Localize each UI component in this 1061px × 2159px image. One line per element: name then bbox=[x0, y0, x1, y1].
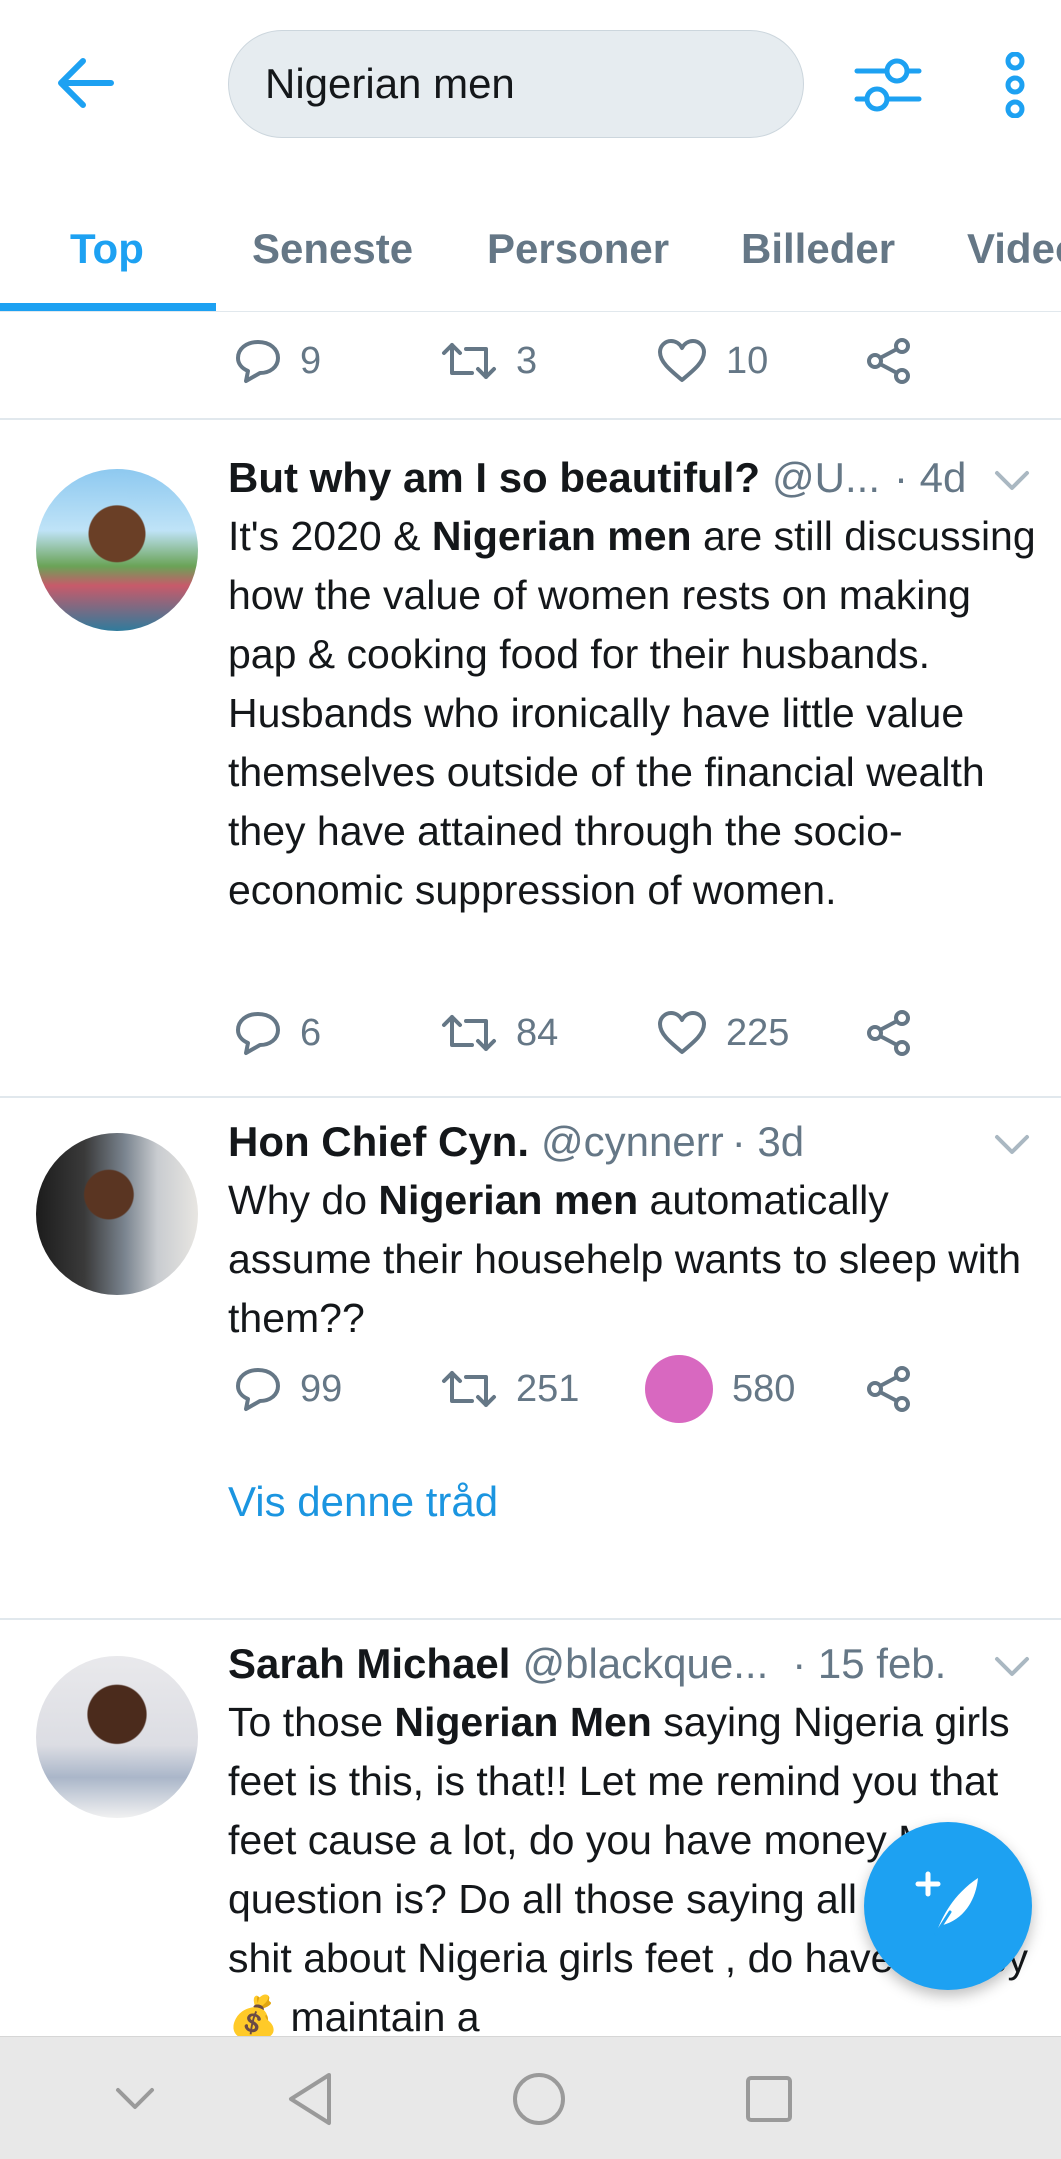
retweet-button[interactable]: 84 bbox=[440, 1003, 558, 1063]
compose-icon bbox=[915, 1871, 978, 1936]
more-options-button[interactable] bbox=[990, 50, 1040, 120]
display-name[interactable]: Hon Chief Cyn. bbox=[228, 1118, 529, 1166]
search-term-highlight: Nigerian men bbox=[378, 1177, 639, 1223]
like-count: 580 bbox=[732, 1367, 796, 1410]
share-icon bbox=[867, 1366, 910, 1412]
share-button[interactable] bbox=[864, 1003, 914, 1063]
nav-home-button[interactable] bbox=[494, 2057, 584, 2141]
reply-count: 9 bbox=[300, 339, 322, 382]
tweet-text: It's 2020 & Nigerian men are still discu… bbox=[228, 507, 1038, 920]
partial-tweet-actions: 9 3 10 bbox=[228, 331, 928, 391]
system-navigation-bar bbox=[0, 2036, 1061, 2159]
share-button[interactable] bbox=[864, 1359, 914, 1419]
retweet-button[interactable]: 251 bbox=[440, 1359, 579, 1419]
share-button[interactable] bbox=[864, 331, 914, 391]
tweet-header: Sarah Michael @blackque... · 15 feb. bbox=[228, 1634, 1041, 1694]
nav-recents-button[interactable] bbox=[724, 2057, 814, 2141]
nav-back-icon bbox=[289, 2073, 331, 2125]
avatar[interactable] bbox=[36, 469, 198, 631]
tweet-time: · 3d bbox=[731, 1118, 805, 1165]
retweet-icon bbox=[442, 343, 496, 379]
reply-icon bbox=[236, 340, 280, 383]
nav-back-button[interactable] bbox=[265, 2057, 355, 2141]
back-arrow-icon bbox=[58, 58, 114, 108]
user-handle[interactable]: @U... bbox=[772, 454, 880, 502]
user-handle[interactable]: @cynnerr bbox=[541, 1118, 724, 1166]
retweet-count: 3 bbox=[516, 339, 538, 382]
tab-photos[interactable]: Billeder bbox=[741, 186, 895, 311]
tweet-card[interactable]: But why am I so beautiful? @U... · 4d It… bbox=[0, 420, 1061, 1086]
tweet-header: Hon Chief Cyn. @cynnerr · 3d bbox=[228, 1112, 1041, 1172]
tab-videos[interactable]: Videoer bbox=[967, 186, 1061, 311]
compose-tweet-button[interactable] bbox=[864, 1822, 1032, 1990]
tweet-actions: 99 251 580 bbox=[228, 1355, 928, 1423]
search-box[interactable] bbox=[228, 30, 804, 138]
search-tabs: Top Seneste Personer Billeder Videoer bbox=[0, 186, 1061, 312]
tweet-menu-button[interactable] bbox=[987, 1642, 1037, 1692]
like-count: 225 bbox=[726, 1011, 790, 1054]
tweet-text-part: To those bbox=[228, 1699, 395, 1745]
caret-down-icon bbox=[995, 471, 1029, 490]
tweet-header: But why am I so beautiful? @U... · 4d bbox=[228, 448, 1041, 508]
display-name[interactable]: Sarah Michael bbox=[228, 1640, 510, 1688]
retweet-count: 84 bbox=[516, 1011, 559, 1054]
filter-button[interactable] bbox=[848, 50, 928, 120]
search-input[interactable] bbox=[265, 31, 765, 137]
reply-count: 99 bbox=[300, 1367, 343, 1410]
nav-hide-keyboard-button[interactable] bbox=[90, 2057, 180, 2141]
tweet-menu-button[interactable] bbox=[987, 456, 1037, 506]
reply-icon bbox=[236, 1012, 280, 1055]
tweet-menu-button[interactable] bbox=[987, 1120, 1037, 1170]
tweet-text-part: It's 2020 & bbox=[228, 513, 432, 559]
tweet-text: Why do Nigerian men automatically assume… bbox=[228, 1171, 1038, 1348]
reply-button[interactable]: 99 bbox=[234, 1359, 342, 1419]
retweet-icon bbox=[442, 1371, 496, 1407]
user-handle[interactable]: @blackque... bbox=[522, 1640, 768, 1688]
tweet-time: · 4d bbox=[894, 454, 967, 501]
retweet-icon bbox=[442, 1015, 496, 1051]
more-vertical-icon bbox=[1005, 52, 1025, 118]
like-button[interactable]: 10 bbox=[656, 331, 768, 391]
like-badge-icon bbox=[645, 1355, 713, 1423]
retweet-button[interactable]: 3 bbox=[440, 331, 537, 391]
nav-recents-icon bbox=[746, 2076, 792, 2122]
share-icon bbox=[867, 1010, 910, 1056]
tab-people[interactable]: Personer bbox=[487, 186, 669, 311]
tweet-text-part: Why do bbox=[228, 1177, 379, 1223]
caret-down-icon bbox=[995, 1135, 1029, 1154]
avatar[interactable] bbox=[36, 1133, 198, 1295]
active-tab-indicator bbox=[0, 303, 216, 311]
reply-button[interactable]: 9 bbox=[234, 331, 321, 391]
retweet-count: 251 bbox=[516, 1367, 580, 1410]
caret-down-icon bbox=[995, 1657, 1029, 1676]
nav-home-icon bbox=[513, 2073, 565, 2125]
like-icon bbox=[658, 1011, 706, 1054]
like-icon bbox=[658, 339, 706, 382]
filter-icon bbox=[854, 58, 922, 112]
like-count: 10 bbox=[726, 339, 769, 382]
display-name[interactable]: But why am I so beautiful? bbox=[228, 454, 760, 502]
top-bar bbox=[0, 0, 1061, 170]
show-thread-link[interactable]: Vis denne tråd bbox=[228, 1478, 498, 1526]
back-button[interactable] bbox=[50, 48, 120, 118]
tweet-time: · 15 feb. bbox=[792, 1640, 947, 1687]
reply-count: 6 bbox=[300, 1011, 322, 1054]
tweet-actions: 6 84 225 bbox=[228, 1003, 928, 1063]
like-button[interactable]: 580 bbox=[644, 1355, 796, 1423]
share-icon bbox=[867, 338, 910, 384]
like-button[interactable]: 225 bbox=[656, 1003, 789, 1063]
tab-top[interactable]: Top bbox=[70, 186, 144, 311]
avatar[interactable] bbox=[36, 1656, 198, 1818]
tweet-feed[interactable]: 9 3 10 But why am I so beautiful? @U... … bbox=[0, 312, 1061, 2036]
nav-down-icon bbox=[116, 2088, 154, 2109]
search-term-highlight: Nigerian men bbox=[431, 513, 692, 559]
tab-latest[interactable]: Seneste bbox=[252, 186, 413, 311]
search-term-highlight: Nigerian Men bbox=[394, 1699, 652, 1745]
tweet-text-part: are still discussing how the value of wo… bbox=[228, 513, 1036, 913]
reply-button[interactable]: 6 bbox=[234, 1003, 321, 1063]
reply-icon bbox=[236, 1368, 280, 1411]
